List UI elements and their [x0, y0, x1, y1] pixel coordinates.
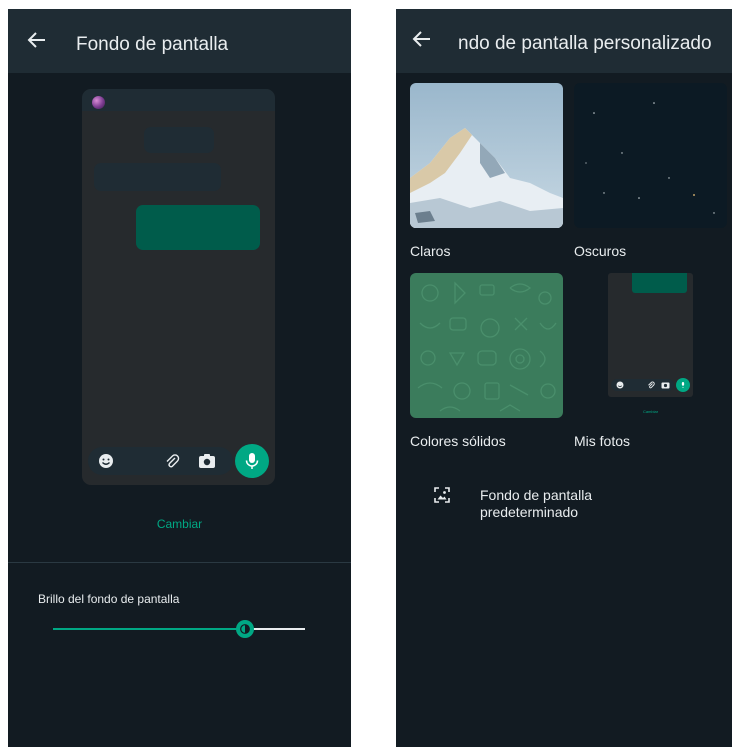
message-input-bar — [611, 379, 674, 391]
emoji-icon — [616, 381, 624, 389]
doodle-pattern-image — [410, 273, 563, 418]
message-bubble-outgoing — [136, 205, 260, 250]
emoji-icon — [99, 454, 113, 468]
change-wallpaper-button[interactable]: Cambiar — [8, 517, 351, 531]
mic-icon — [681, 382, 685, 388]
wallpaper-preview — [82, 89, 275, 485]
mic-button — [676, 378, 690, 392]
brightness-slider-fill — [53, 628, 245, 630]
divider — [8, 562, 351, 563]
category-solid-colors-tile[interactable] — [410, 273, 563, 418]
category-dark-tile[interactable] — [574, 83, 727, 228]
mic-button — [235, 444, 269, 478]
brightness-label: Brillo del fondo de pantalla — [38, 592, 180, 606]
my-photos-preview-label: Cambiar — [642, 409, 659, 414]
brightness-slider-thumb[interactable] — [235, 620, 254, 638]
category-my-photos-label: Mis fotos — [574, 433, 631, 449]
message-bubble — [94, 163, 221, 191]
back-arrow-icon[interactable] — [25, 28, 49, 52]
custom-wallpaper-screen: ndo de pantalla personalizado Claros Osc… — [396, 9, 732, 747]
category-dark-label: Oscuros — [574, 243, 627, 259]
default-wallpaper-label: Fondo de pantalla predeterminado — [480, 487, 593, 520]
night-sky-moon-image — [574, 83, 727, 228]
snowy-mountain-image — [410, 83, 563, 228]
category-light-label: Claros — [410, 243, 451, 259]
page-title: ndo de pantalla personalizado — [458, 33, 712, 54]
message-bubble-outgoing — [632, 273, 687, 293]
category-solid-colors-label: Colores sólidos — [410, 433, 506, 449]
category-my-photos-tile[interactable] — [608, 273, 693, 397]
app-bar: Fondo de pantalla — [8, 9, 351, 73]
message-bubble — [144, 127, 214, 153]
category-light-tile[interactable] — [410, 83, 563, 228]
mic-icon — [245, 453, 259, 469]
page-title: Fondo de pantalla — [76, 34, 229, 55]
avatar — [92, 96, 105, 109]
camera-icon — [199, 454, 215, 468]
default-wallpaper-option[interactable]: Fondo de pantalla predeterminado — [396, 479, 732, 529]
app-bar: ndo de pantalla personalizado — [396, 9, 732, 73]
camera-icon — [661, 382, 670, 389]
message-input-bar — [88, 447, 233, 475]
attach-icon — [166, 454, 180, 468]
preview-header — [82, 89, 275, 111]
attach-icon — [648, 381, 655, 389]
wallpaper-icon — [434, 487, 450, 503]
wallpaper-screen: Fondo de pantalla Cambiar Brillo del fon… — [8, 9, 351, 747]
brightness-slider[interactable] — [53, 620, 305, 638]
brightness-icon — [239, 624, 250, 634]
back-arrow-icon[interactable] — [410, 27, 434, 51]
